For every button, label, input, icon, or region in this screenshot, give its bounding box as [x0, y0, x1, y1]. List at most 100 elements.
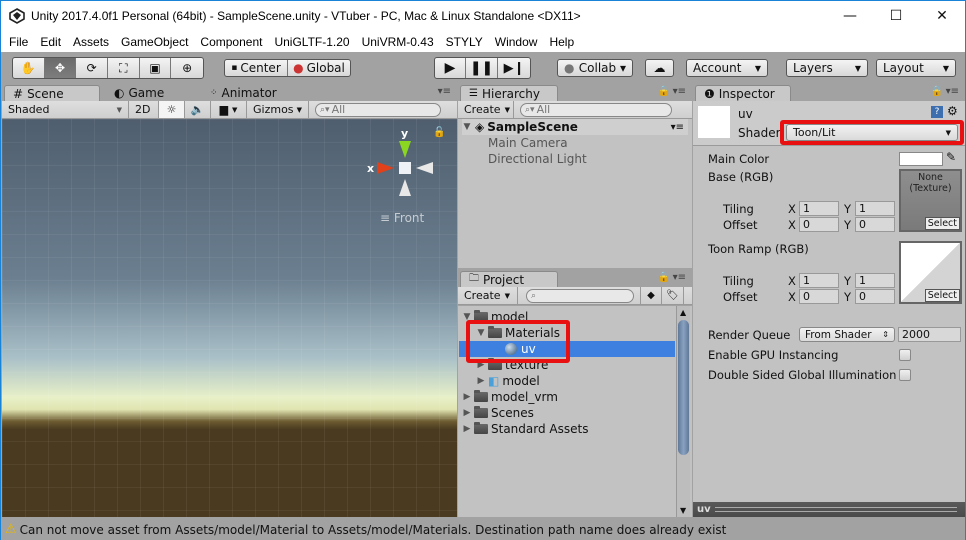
tree-item-scenes[interactable]: ▶ Scenes [462, 405, 680, 421]
neg-y-axis-arrow[interactable] [399, 179, 411, 196]
scene-view[interactable]: y x 🔓 ≡ Front [2, 119, 457, 517]
gizmos-dropdown[interactable]: Gizmos ▼ [247, 101, 309, 118]
tree-item-model-prefab[interactable]: ▶ ◧ model [476, 373, 694, 389]
status-bar[interactable]: ⚠ Can not move asset from Assets/model/M… [1, 519, 965, 540]
x-axis-arrow[interactable] [377, 162, 394, 174]
eyedropper-icon[interactable]: ✎ [946, 150, 956, 164]
render-queue-value-field[interactable]: 2000 [898, 327, 961, 342]
menu-gameobject[interactable]: GameObject [115, 35, 194, 49]
effects-dropdown[interactable]: ▆ ▼ [211, 101, 247, 118]
layers-dropdown[interactable]: Layers ▼ [786, 59, 868, 77]
collab-button[interactable]: ● Collab ▾ [557, 59, 633, 77]
expand-triangle-icon[interactable]: ▶ [462, 424, 472, 434]
step-button[interactable]: ▶❙ [498, 58, 530, 78]
orientation-gizmo[interactable]: y x [367, 127, 438, 217]
view-label[interactable]: ≡ Front [380, 211, 424, 225]
tab-project[interactable]: 🗀 Project [460, 271, 558, 287]
scene-menu-icon[interactable]: ▾≡ [671, 122, 684, 133]
expand-triangle-icon[interactable]: ▶ [476, 376, 486, 386]
expand-triangle-icon[interactable]: ▶ [462, 408, 472, 418]
project-search-input[interactable]: ⌕ [526, 288, 634, 303]
transform-tool-button[interactable]: ⊕ [171, 58, 203, 78]
close-button[interactable]: ✕ [919, 1, 965, 31]
tab-animator[interactable]: ⁘ Animator [202, 85, 302, 101]
tab-inspector[interactable]: ❶ Inspector [695, 85, 791, 101]
scene-search-input[interactable]: ⌕▾ All [315, 102, 441, 117]
menu-file[interactable]: File [3, 35, 34, 49]
scroll-up-icon[interactable]: ▲ [680, 308, 686, 317]
ramp-offset-y-field[interactable]: 0 [855, 289, 895, 304]
play-button[interactable]: ▶ [435, 58, 467, 78]
help-icon[interactable]: ? [931, 106, 943, 118]
panel-menu-icon[interactable]: ▾≡ [946, 86, 959, 97]
menu-component[interactable]: Component [194, 35, 268, 49]
account-dropdown[interactable]: Account ▼ [686, 59, 768, 77]
gear-icon[interactable]: ⚙ [947, 104, 958, 118]
scale-tool-button[interactable]: ⛶ [108, 58, 140, 78]
project-create-button[interactable]: Create ▼ [458, 287, 518, 304]
menu-edit[interactable]: Edit [34, 35, 67, 49]
hierarchy-create-button[interactable]: Create ▼ [458, 101, 514, 118]
pivot-center-button[interactable]: ▪ Center [225, 60, 288, 76]
pause-button[interactable]: ❚❚ [466, 58, 499, 78]
expand-triangle-icon[interactable]: ▶ [462, 392, 472, 402]
menu-univrm[interactable]: UniVRM-0.43 [356, 35, 440, 49]
base-tiling-x-field[interactable]: 1 [799, 201, 839, 216]
tree-item-model-vrm[interactable]: ▶ model_vrm [462, 389, 680, 405]
filter-by-label-button[interactable]: 🏷 [662, 287, 684, 304]
scrollbar-thumb[interactable] [678, 320, 689, 455]
move-tool-button[interactable]: ✥ [44, 58, 77, 78]
toon-ramp-texture-slot[interactable]: Select [899, 241, 962, 304]
expand-triangle-icon[interactable]: ▼ [462, 122, 472, 132]
tab-hierarchy[interactable]: ☰ Hierarchy [460, 85, 558, 101]
ramp-texture-select-button[interactable]: Select [924, 289, 960, 302]
hand-tool-button[interactable]: ✋ [13, 58, 45, 78]
layout-dropdown[interactable]: Layout ▼ [876, 59, 956, 77]
scene-root-row[interactable]: ▼ ◈ SampleScene ▾≡ [462, 119, 688, 135]
maximize-button[interactable]: ☐ [873, 1, 919, 31]
cloud-button[interactable]: ☁ [645, 59, 674, 77]
preview-drag-handle[interactable] [714, 507, 957, 512]
filter-by-type-button[interactable]: ◆ [640, 287, 662, 304]
main-color-swatch[interactable] [899, 152, 943, 166]
base-offset-y-field[interactable]: 0 [855, 217, 895, 232]
panel-menu-icon[interactable]: ▾≡ [438, 86, 451, 97]
rotate-tool-button[interactable]: ⟳ [76, 58, 109, 78]
hierarchy-item[interactable]: Main Camera [488, 135, 706, 151]
panel-menu-icon[interactable]: ▾≡ [673, 86, 686, 97]
tab-game[interactable]: ◐ Game [106, 85, 196, 101]
menu-styly[interactable]: STYLY [440, 35, 489, 49]
pivot-global-button[interactable]: ● Global [288, 60, 350, 76]
render-queue-dropdown[interactable]: From Shader ⇕ [799, 327, 895, 342]
menu-window[interactable]: Window [489, 35, 544, 49]
menu-unigltf[interactable]: UniGLTF-1.20 [268, 35, 355, 49]
ramp-offset-x-field[interactable]: 0 [799, 289, 839, 304]
lock-icon[interactable]: 🔒 [658, 272, 670, 283]
lock-icon[interactable]: 🔒 [658, 86, 670, 97]
ramp-tiling-x-field[interactable]: 1 [799, 273, 839, 288]
rect-tool-button[interactable]: ▣ [140, 58, 172, 78]
gpu-instancing-checkbox[interactable] [899, 349, 911, 361]
tree-item-standard-assets[interactable]: ▶ Standard Assets [462, 421, 680, 437]
project-scrollbar[interactable]: ▲ ▼ [676, 306, 690, 517]
base-offset-x-field[interactable]: 0 [799, 217, 839, 232]
2d-toggle[interactable]: 2D [129, 101, 159, 118]
ramp-tiling-y-field[interactable]: 1 [855, 273, 895, 288]
preview-bar[interactable]: uv [693, 502, 965, 517]
lighting-toggle[interactable]: ☼ [159, 101, 185, 118]
lock-icon[interactable]: 🔒 [931, 86, 943, 97]
base-tiling-y-field[interactable]: 1 [855, 201, 895, 216]
hierarchy-search-input[interactable]: ⌕▾ All [520, 102, 672, 117]
minimize-button[interactable]: — [827, 1, 873, 31]
scroll-down-icon[interactable]: ▼ [680, 506, 686, 515]
audio-toggle[interactable]: 🔈 [185, 101, 211, 118]
base-texture-select-button[interactable]: Select [924, 217, 960, 230]
gizmo-center-cube[interactable] [399, 162, 411, 174]
shading-mode-dropdown[interactable]: Shaded ▼ [2, 101, 129, 118]
tab-scene[interactable]: # Scene [4, 85, 100, 101]
y-axis-arrow[interactable] [399, 141, 411, 158]
hierarchy-item[interactable]: Directional Light [488, 151, 706, 167]
neg-x-axis-arrow[interactable] [416, 162, 433, 174]
base-texture-slot[interactable]: None (Texture) Select [899, 169, 962, 232]
menu-assets[interactable]: Assets [67, 35, 115, 49]
